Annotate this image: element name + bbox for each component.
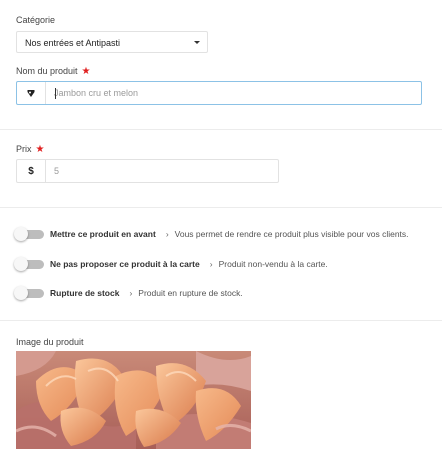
toggle-hint-text: Produit non-vendu à la carte. (218, 259, 328, 269)
toggle-label: Mettre ce produit en avant (50, 229, 156, 239)
product-image[interactable] (16, 351, 251, 449)
toggle-label: Ne pas proposer ce produit à la carte (50, 259, 200, 269)
out-of-stock-toggle[interactable] (14, 286, 44, 300)
required-star-icon: ★ (81, 66, 91, 77)
product-photo (16, 351, 251, 449)
category-label: Catégorie (16, 15, 56, 25)
product-name-field (16, 81, 422, 105)
toggle-knob (14, 286, 28, 300)
caret-down-icon (194, 41, 200, 44)
section-divider (0, 129, 442, 130)
product-name-input[interactable] (46, 82, 421, 104)
required-star-icon: ★ (35, 144, 45, 155)
toggle-knob (14, 227, 28, 241)
chevron-right-icon: › (129, 288, 133, 298)
ham-icon (17, 82, 46, 104)
toggle-hint: › Produit en rupture de stock. (129, 288, 242, 298)
price-label-text: Prix (16, 144, 32, 154)
product-image-label: Image du produit (16, 337, 84, 347)
product-name-label-text: Nom du produit (16, 66, 78, 76)
product-name-label: Nom du produit ★ (16, 66, 91, 77)
dollar-icon: $ (17, 160, 46, 182)
not-on-menu-toggle[interactable] (14, 257, 44, 271)
toggle-hint-text: Produit en rupture de stock. (138, 288, 243, 298)
text-cursor (55, 88, 56, 99)
toggle-row-featured: Mettre ce produit en avant › Vous permet … (14, 226, 409, 242)
toggle-hint: › Produit non-vendu à la carte. (210, 259, 328, 269)
toggle-row-not-on-menu: Ne pas proposer ce produit à la carte › P… (14, 256, 328, 272)
section-divider (0, 207, 442, 208)
price-label: Prix ★ (16, 144, 44, 155)
toggle-hint-text: Vous permet de rendre ce produit plus vi… (174, 229, 409, 239)
price-field: $ (16, 159, 279, 183)
toggle-knob (14, 257, 28, 271)
chevron-right-icon: › (209, 259, 213, 269)
category-select[interactable]: Nos entrées et Antipasti (16, 31, 208, 53)
toggle-row-out-of-stock: Rupture de stock › Produit en rupture de … (14, 285, 243, 301)
toggle-label: Rupture de stock (50, 288, 120, 298)
section-divider (0, 320, 442, 321)
toggle-hint: › Vous permet de rendre ce produit plus v… (166, 229, 409, 239)
chevron-right-icon: › (165, 229, 169, 239)
price-input[interactable] (46, 160, 278, 182)
category-selected-value: Nos entrées et Antipasti (25, 38, 121, 48)
featured-toggle[interactable] (14, 227, 44, 241)
